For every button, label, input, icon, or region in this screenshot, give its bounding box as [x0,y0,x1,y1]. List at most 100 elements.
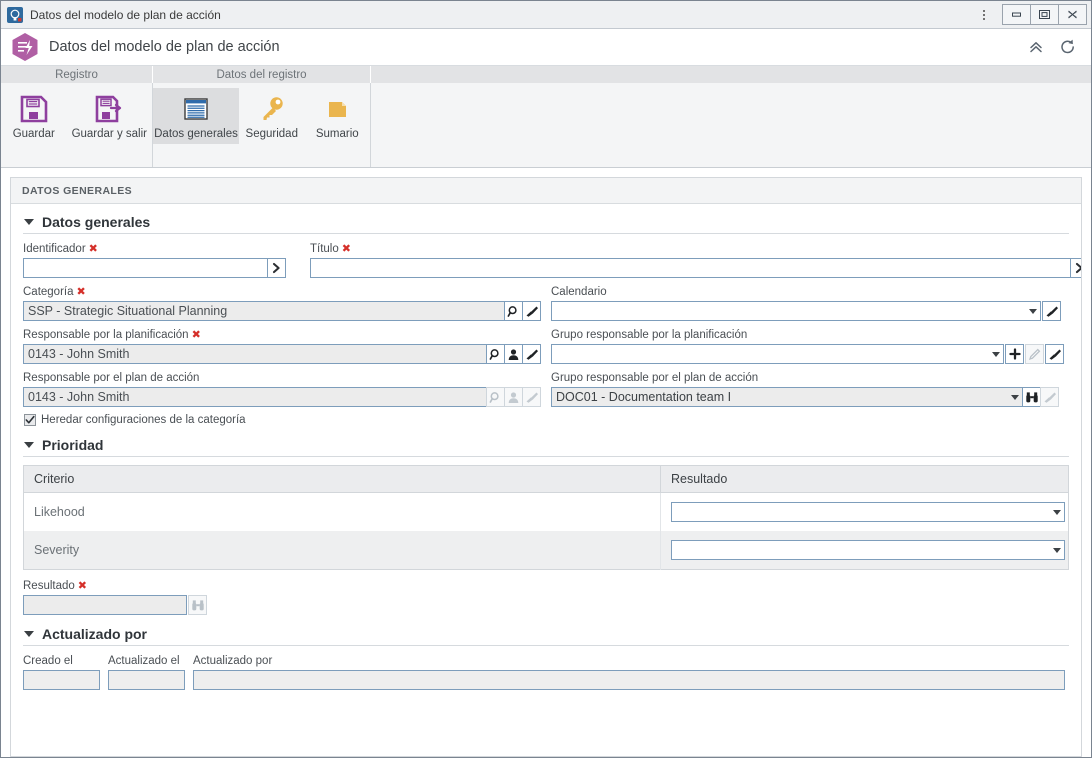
field-responsable-plan-accion: Responsable por el plan de acción [23,371,541,407]
ribbon-group-datos-del-registro: Datos generales Seguridad Sumario [153,83,371,167]
field-actualizado-por-label: Actualizado por [193,655,273,667]
pencil-icon [1025,344,1044,364]
person-icon [504,387,523,407]
save-and-exit-floppy-icon [94,92,124,126]
window-title: Datos del modelo de plan de acción [30,7,221,22]
actualizado-por-input[interactable] [193,670,1065,690]
search-magnifier-icon[interactable] [486,344,505,364]
responsable-planificacion-input[interactable] [23,344,487,364]
tab-sumario[interactable]: Sumario [305,88,371,144]
vertical-dots-icon[interactable] [971,2,997,28]
triangle-down-icon [24,631,34,637]
person-icon[interactable] [504,344,523,364]
app-logo-icon [11,32,39,62]
table-row: Severity [23,531,1069,570]
field-responsable-planificacion-label: Responsable por la planificación ✖ [23,328,201,341]
plus-icon[interactable] [1005,344,1024,364]
binoculars-icon [188,595,207,615]
field-responsable-plan-accion-label: Responsable por el plan de acción [23,372,200,384]
section-datos-generales-header[interactable]: Datos generales [23,214,1069,230]
ribbon-group-title-empty [371,66,1091,83]
caret-down-icon [992,351,1000,357]
field-categoria: Categoría ✖ [23,285,541,321]
field-calendario-label: Calendario [551,286,607,298]
field-titulo-label: Título ✖ [310,242,351,255]
binoculars-icon[interactable] [1022,387,1041,407]
field-grupo-responsable-plan-accion-label: Grupo responsable por el plan de acción [551,372,759,384]
grupo-responsable-planificacion-select[interactable] [551,344,1004,364]
row-identificador-titulo: Identificador ✖ Título ✖ [23,242,1081,278]
page-title: Datos del modelo de plan de acción [49,39,280,55]
heredar-configuraciones-row: Heredar configuraciones de la categoría [24,414,1069,426]
ribbon-button-groups: Guardar Guardar y salir Datos generales … [1,83,1091,167]
ribbon-group-title-datos-del-registro[interactable]: Datos del registro [153,66,371,83]
clear-brush-icon[interactable] [522,301,541,321]
grupo-responsable-plan-accion-select[interactable]: DOC01 - Documentation team I [551,387,1023,407]
section-prioridad-title: Prioridad [42,437,104,453]
ribbon-toolbar: Registro Datos del registro Guardar Guar… [1,66,1091,168]
required-marker-icon: ✖ [88,242,98,255]
tab-datos-generales[interactable]: Datos generales [153,88,239,144]
row-responsable-plan-accion: Responsable por el plan de acción 0143 -… [23,371,1069,407]
chevron-right-icon[interactable] [1070,258,1081,278]
responsable-plan-accion-input[interactable] [23,387,487,407]
caret-down-icon [1011,394,1019,400]
resultado-input[interactable] [23,595,187,615]
section-actualizado-por-header[interactable]: Actualizado por [23,626,1069,642]
section-divider [23,645,1069,646]
refresh-icon[interactable] [1055,34,1081,60]
likehood-resultado-select[interactable] [671,502,1065,522]
cell-criterio-likehood: Likehood [23,492,661,531]
minimize-button[interactable] [1002,4,1031,25]
section-prioridad-header[interactable]: Prioridad [23,437,1069,453]
key-icon [257,92,287,126]
required-marker-icon: ✖ [191,328,201,341]
double-chevron-up-icon[interactable] [1023,34,1049,60]
field-categoria-label: Categoría ✖ [23,285,86,298]
identificador-input[interactable] [23,258,268,278]
ribbon-group-empty [371,83,1091,167]
table-header-row: Criterio Resultado [23,465,1069,493]
cell-resultado-severity [660,531,1069,570]
title-bar: Datos del modelo de plan de acción [1,1,1091,29]
save-floppy-icon [19,92,49,126]
clear-brush-icon[interactable] [1042,301,1061,321]
cell-criterio-severity: Severity [23,531,661,570]
ribbon-tab-strip: Registro Datos del registro [1,66,1091,83]
save-and-exit-button-label: Guardar y salir [71,128,147,140]
row-categoria-calendario: Categoría ✖ SSP - Strategic Situational … [23,285,1069,321]
severity-resultado-select[interactable] [671,540,1065,560]
field-grupo-responsable-planificacion: Grupo responsable por la planificación [551,328,1069,364]
creado-el-input[interactable] [23,670,100,690]
datos-generales-panel: DATOS GENERALES Datos generales Identifi… [10,177,1082,757]
field-actualizado-el-label: Actualizado el [108,655,180,667]
search-magnifier-icon [486,387,505,407]
ribbon-group-title-registro[interactable]: Registro [1,66,153,83]
save-and-exit-button[interactable]: Guardar y salir [67,88,152,144]
search-magnifier-icon[interactable] [504,301,523,321]
save-button[interactable]: Guardar [1,88,67,144]
clear-brush-icon[interactable] [1045,344,1064,364]
grupo-responsable-plan-accion-value: DOC01 - Documentation team I [556,390,732,404]
field-identificador: Identificador ✖ [23,242,286,278]
calendario-select[interactable] [551,301,1041,321]
tab-seguridad[interactable]: Seguridad [239,88,305,144]
titulo-input[interactable] [310,258,1071,278]
application-window: Datos del modelo de plan de acción Datos… [0,0,1092,758]
clear-brush-icon[interactable] [522,344,541,364]
column-header-criterio: Criterio [23,465,661,493]
field-resultado-label: Resultado ✖ [23,579,88,592]
field-creado-el: Creado el [23,654,100,690]
section-datos-generales-title: Datos generales [42,214,151,230]
heredar-configuraciones-checkbox[interactable] [24,414,36,426]
maximize-button[interactable] [1030,4,1059,25]
general-data-window-icon [181,92,211,126]
categoria-input[interactable] [23,301,505,321]
section-actualizado-por-title: Actualizado por [42,626,148,642]
tab-sumario-label: Sumario [315,128,359,140]
close-button[interactable] [1058,4,1087,25]
clear-brush-icon [1040,387,1059,407]
chevron-right-icon[interactable] [267,258,286,278]
field-calendario: Calendario [551,285,1069,321]
actualizado-el-input[interactable] [108,670,185,690]
